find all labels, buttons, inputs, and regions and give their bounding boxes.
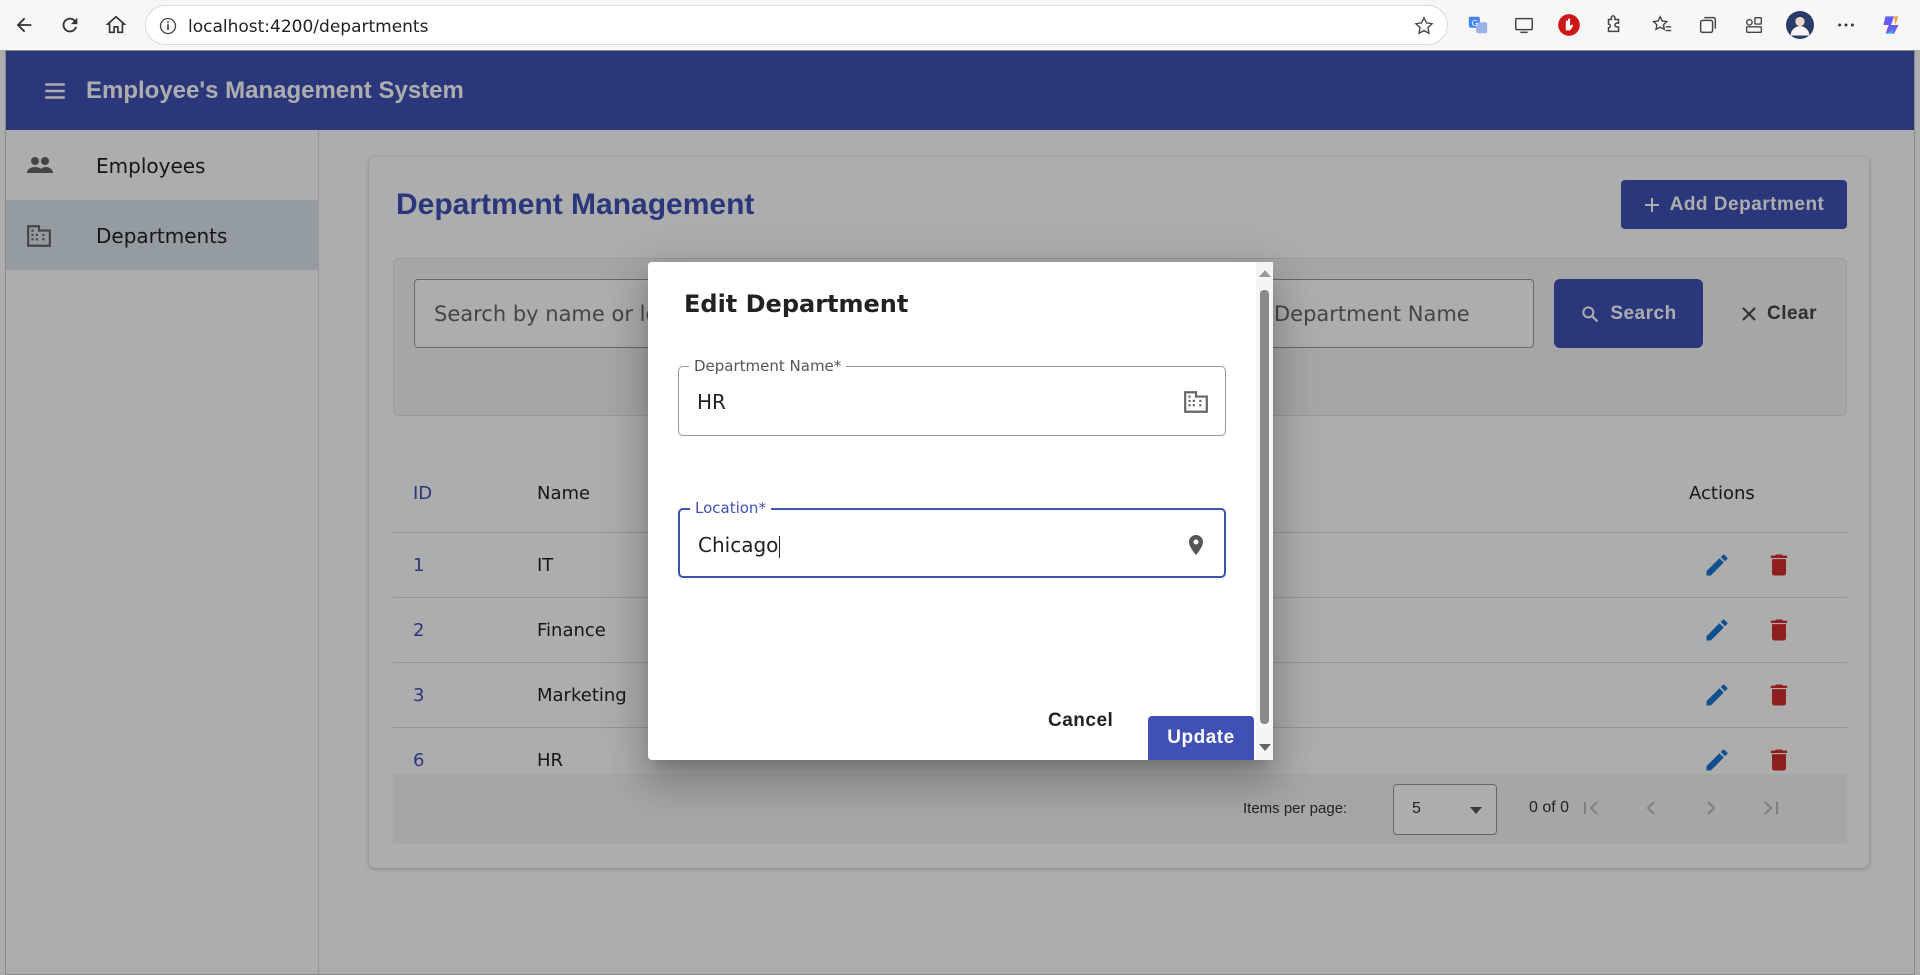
more-icon[interactable] [1832, 11, 1860, 39]
translate-icon[interactable]: G [1464, 11, 1492, 39]
copilot-icon[interactable] [1878, 11, 1906, 39]
info-icon[interactable] [158, 16, 178, 41]
browser-toolbar: localhost:4200/departments G [0, 0, 1920, 50]
building-icon [1183, 389, 1209, 420]
favorite-star-icon[interactable] [1413, 15, 1435, 42]
svg-text:G: G [1472, 18, 1478, 28]
reload-icon [62, 17, 78, 33]
cast-icon[interactable] [1510, 11, 1538, 39]
collections-icon[interactable] [1694, 11, 1722, 39]
cancel-button[interactable]: Cancel [1048, 710, 1113, 732]
scroll-up-arrow-icon[interactable] [1259, 270, 1271, 277]
scrollbar-thumb[interactable] [1260, 290, 1269, 724]
reload-button[interactable] [54, 9, 86, 41]
department-name-field[interactable]: Department Name* HR [678, 357, 1226, 436]
department-name-value[interactable]: HR [697, 390, 726, 414]
profile-avatar[interactable] [1786, 11, 1814, 39]
location-value-wrapper[interactable]: Chicago [698, 533, 781, 558]
location-value[interactable]: Chicago [698, 533, 778, 557]
home-button[interactable] [100, 9, 132, 41]
dialog-title: Edit Department [684, 290, 909, 318]
location-label: Location* [690, 499, 771, 517]
update-button-label: Update [1167, 727, 1235, 748]
location-field[interactable]: Location* Chicago [678, 499, 1226, 578]
share-icon[interactable] [1740, 11, 1768, 39]
url-text[interactable]: localhost:4200/departments [188, 17, 428, 37]
address-bar[interactable]: localhost:4200/departments [145, 5, 1448, 45]
location-pin-icon [1184, 532, 1208, 563]
back-arrow-icon [16, 17, 32, 33]
adblock-icon[interactable] [1555, 11, 1583, 39]
update-button[interactable]: Update [1148, 716, 1254, 760]
text-caret [779, 535, 781, 558]
edit-department-dialog: Edit Department Department Name* HR Loca… [648, 262, 1273, 760]
dialog-scrollbar[interactable] [1256, 262, 1273, 760]
favorites-icon[interactable] [1648, 11, 1676, 39]
back-button[interactable] [8, 9, 40, 41]
scroll-down-arrow-icon[interactable] [1259, 744, 1271, 751]
home-icon [105, 15, 127, 34]
extensions-icon[interactable] [1600, 11, 1628, 39]
department-name-label: Department Name* [689, 357, 847, 375]
